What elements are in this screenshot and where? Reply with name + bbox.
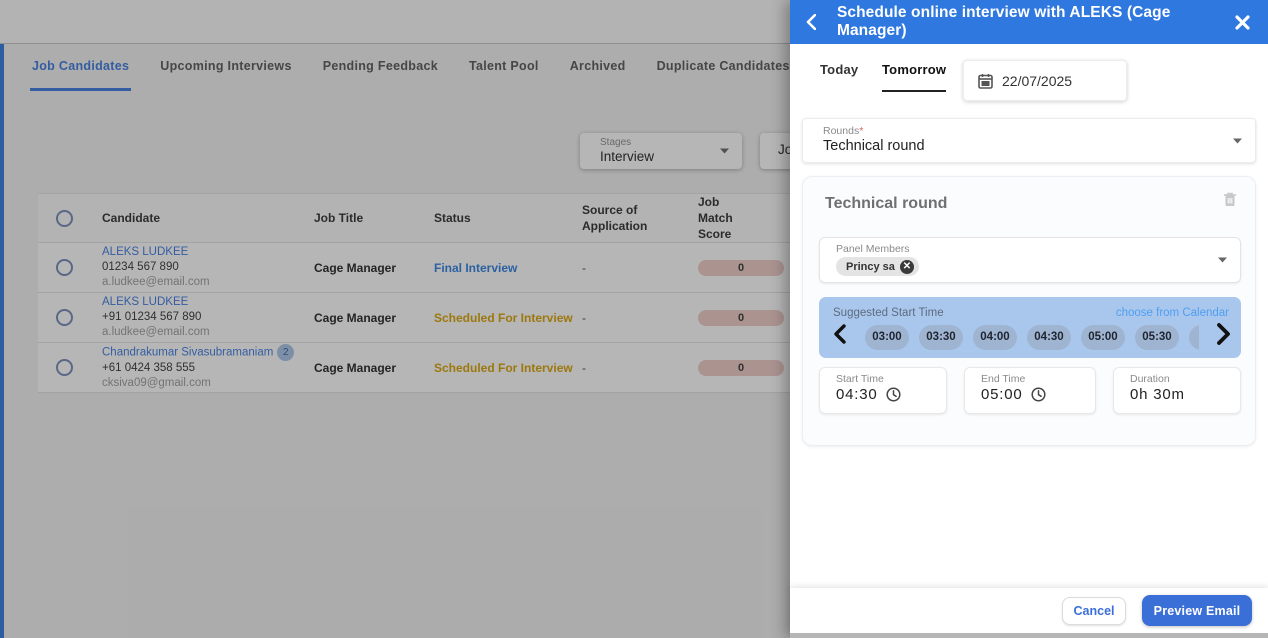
panel-members-select[interactable]: Panel Members Princy sa ✕ — [819, 237, 1241, 283]
time-chip[interactable]: 05:30 — [1135, 325, 1179, 350]
cancel-button[interactable]: Cancel — [1062, 596, 1126, 625]
panel-member-chip: Princy sa ✕ — [836, 257, 919, 276]
trash-icon[interactable] — [1223, 191, 1237, 207]
close-icon[interactable] — [1229, 8, 1256, 36]
chevron-left-icon[interactable] — [833, 324, 846, 344]
duration-field: Duration 0h 30m — [1113, 367, 1241, 414]
end-time-label: End Time — [981, 373, 1026, 385]
clock-icon[interactable] — [1030, 387, 1046, 402]
chip-remove-icon[interactable]: ✕ — [899, 259, 914, 274]
rounds-value: Technical round — [823, 138, 925, 154]
choose-from-calendar-link[interactable]: choose from Calendar — [1116, 307, 1229, 319]
chevron-down-icon — [1232, 137, 1243, 144]
chevron-down-icon — [1217, 257, 1228, 264]
time-chip[interactable]: 04:30 — [1027, 325, 1071, 350]
schedule-interview-drawer: Schedule online interview with ALEKS (Ca… — [790, 0, 1268, 638]
date-value: 22/07/2025 — [1002, 72, 1073, 89]
tab-tomorrow[interactable]: Tomorrow — [882, 62, 947, 92]
screen: Job Candidates Upcoming Interviews Pendi… — [0, 0, 1268, 638]
end-time-field[interactable]: End Time 05:00 — [964, 367, 1096, 414]
end-time-value: 05:00 — [981, 386, 1023, 403]
round-card: Technical round Panel Members Princy sa … — [802, 176, 1256, 446]
drawer-header: Schedule online interview with ALEKS (Ca… — [790, 0, 1268, 44]
rounds-select[interactable]: Rounds* Technical round — [802, 118, 1256, 163]
time-chips-strip: 03:00 03:30 04:00 04:30 05:00 05:30 — [865, 325, 1199, 351]
time-chip[interactable]: 03:00 — [865, 325, 909, 350]
drawer-title: Schedule online interview with ALEKS (Ca… — [836, 4, 1171, 39]
required-mark: * — [859, 125, 864, 137]
duration-label: Duration — [1130, 373, 1170, 385]
preview-email-button[interactable]: Preview Email — [1142, 595, 1252, 626]
suggested-start-time-label: Suggested Start Time — [833, 307, 944, 319]
panel-members-label: Panel Members — [836, 243, 910, 255]
date-picker-field[interactable]: 22/07/2025 — [963, 60, 1127, 101]
clock-icon[interactable] — [885, 387, 901, 402]
start-time-value: 04:30 — [836, 386, 878, 403]
tab-today[interactable]: Today — [820, 62, 858, 90]
panel-member-name: Princy sa — [846, 260, 895, 273]
back-icon[interactable] — [798, 8, 825, 36]
start-time-label: Start Time — [836, 373, 884, 385]
drawer-footer: Cancel Preview Email — [790, 588, 1268, 638]
chevron-right-icon[interactable] — [1216, 322, 1231, 346]
round-card-title: Technical round — [825, 195, 948, 212]
calendar-icon — [978, 73, 993, 89]
start-time-field[interactable]: Start Time 04:30 — [819, 367, 947, 414]
duration-value: 0h 30m — [1130, 386, 1185, 403]
time-chip[interactable] — [1189, 325, 1199, 350]
rounds-label: Rounds — [823, 125, 860, 137]
time-chip[interactable]: 05:00 — [1081, 325, 1125, 350]
suggested-start-time-box: Suggested Start Time choose from Calenda… — [819, 297, 1241, 358]
time-chip[interactable]: 03:30 — [919, 325, 963, 350]
time-chip[interactable]: 04:00 — [973, 325, 1017, 350]
